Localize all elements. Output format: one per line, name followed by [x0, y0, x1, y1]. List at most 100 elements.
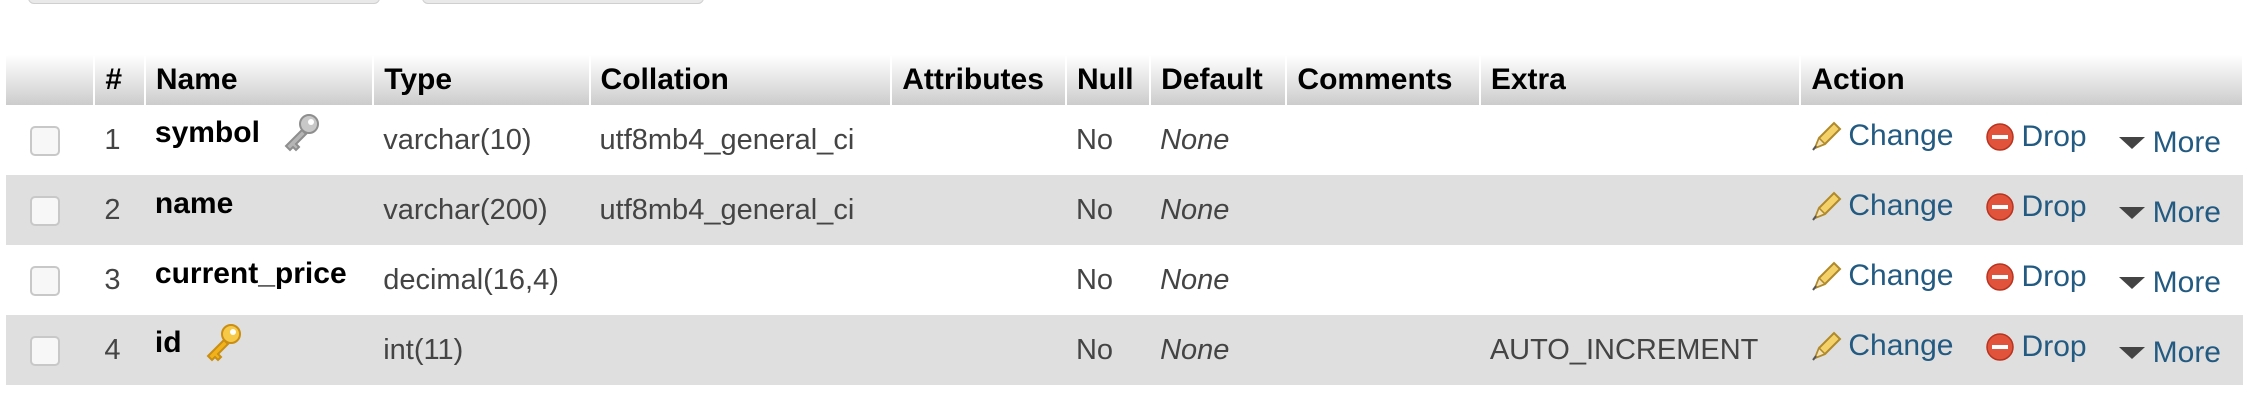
table-row: 4 id int(11) No None AUTO_INCREMENT Chan… — [6, 315, 2243, 385]
change-link[interactable]: Change — [1810, 119, 1953, 153]
drop-label: Drop — [2021, 120, 2087, 153]
field-name: symbol — [154, 115, 260, 149]
drop-icon — [1985, 123, 2014, 151]
field-null: No — [1065, 175, 1151, 245]
change-label: Change — [1848, 189, 1954, 222]
pencil-icon — [1812, 121, 1842, 151]
header-default: Default — [1150, 55, 1288, 105]
row-checkbox[interactable] — [30, 335, 60, 366]
drop-label: Drop — [2021, 190, 2087, 223]
header-null: Null — [1065, 55, 1152, 105]
field-comments — [1286, 315, 1480, 385]
change-label: Change — [1848, 329, 1954, 362]
header-collation: Collation — [589, 55, 893, 105]
field-collation — [589, 245, 892, 315]
top-tab-right[interactable] — [422, 0, 704, 4]
row-checkbox-cell — [6, 315, 95, 385]
table-row: 2 name varchar(200) utf8mb4_general_ci N… — [6, 175, 2243, 245]
drop-label: Drop — [2021, 260, 2087, 293]
row-num: 2 — [94, 175, 145, 245]
triangle-down-icon — [2118, 347, 2145, 359]
row-num: 1 — [94, 105, 145, 175]
field-type: int(11) — [373, 315, 590, 385]
action-cell: Change Drop More — [1800, 175, 2243, 245]
row-checkbox-cell — [6, 105, 95, 175]
field-default: None — [1150, 315, 1287, 385]
change-link[interactable]: Change — [1810, 189, 1953, 223]
row-checkbox[interactable] — [30, 125, 60, 156]
header-checkbox-col — [6, 55, 96, 105]
field-attributes — [891, 105, 1066, 175]
more-label: More — [2152, 336, 2221, 369]
header-action: Action — [1800, 55, 2244, 105]
header-comments: Comments — [1286, 55, 1481, 105]
header-num: # — [94, 55, 146, 105]
field-attributes — [891, 315, 1066, 385]
field-comments — [1286, 245, 1480, 315]
field-default: None — [1150, 245, 1287, 315]
pencil-icon — [1812, 331, 1842, 361]
field-comments — [1286, 175, 1480, 245]
field-name-cell: id — [144, 315, 374, 385]
change-link[interactable]: Change — [1810, 329, 1953, 363]
field-name: name — [154, 187, 234, 220]
more-dropdown[interactable]: More — [2117, 126, 2221, 160]
row-checkbox-cell — [6, 245, 95, 315]
field-name: id — [154, 325, 182, 359]
field-collation: utf8mb4_general_ci — [589, 175, 892, 245]
action-cell: Change Drop More — [1800, 105, 2243, 175]
drop-link[interactable]: Drop — [1984, 260, 2087, 294]
header-name: Name — [144, 55, 375, 105]
field-default: None — [1150, 105, 1287, 175]
primary-key-icon — [202, 322, 244, 370]
field-extra — [1479, 245, 1801, 315]
more-dropdown[interactable]: More — [2117, 196, 2221, 230]
row-checkbox[interactable] — [30, 195, 60, 226]
table-structure: # Name Type Collation Attributes Null De… — [6, 55, 2244, 385]
more-dropdown[interactable]: More — [2117, 336, 2221, 370]
drop-link[interactable]: Drop — [1984, 330, 2087, 364]
pencil-icon — [1812, 191, 1842, 221]
triangle-down-icon — [2118, 277, 2145, 289]
field-collation — [589, 315, 892, 385]
row-num: 4 — [94, 315, 145, 385]
drop-label: Drop — [2021, 330, 2087, 363]
table-row: 1 symbol varchar(10) utf8mb4_general_ci … — [6, 105, 2243, 175]
drop-icon — [1985, 333, 2014, 361]
triangle-down-icon — [2118, 137, 2145, 149]
field-null: No — [1065, 105, 1151, 175]
row-checkbox[interactable] — [30, 265, 60, 296]
more-label: More — [2152, 196, 2221, 229]
more-label: More — [2152, 266, 2221, 299]
change-link[interactable]: Change — [1810, 259, 1953, 293]
table-row: 3 current_price decimal(16,4) No None Ch… — [6, 245, 2243, 315]
field-extra — [1479, 175, 1801, 245]
change-label: Change — [1848, 119, 1954, 152]
header-attributes: Attributes — [891, 55, 1067, 105]
triangle-down-icon — [2118, 207, 2145, 219]
field-extra — [1479, 105, 1801, 175]
field-type: varchar(200) — [373, 175, 590, 245]
field-name-cell: current_price — [144, 245, 374, 315]
field-null: No — [1065, 315, 1151, 385]
row-num: 3 — [94, 245, 145, 315]
top-tab-strip — [0, 0, 2262, 4]
top-tab-left[interactable] — [28, 0, 380, 4]
field-default: None — [1150, 175, 1287, 245]
field-extra: AUTO_INCREMENT — [1479, 315, 1801, 385]
header-row: # Name Type Collation Attributes Null De… — [6, 55, 2244, 105]
field-comments — [1286, 105, 1480, 175]
field-name-cell: name — [144, 175, 374, 245]
action-cell: Change Drop More — [1800, 315, 2243, 385]
row-checkbox-cell — [6, 175, 95, 245]
more-dropdown[interactable]: More — [2117, 266, 2221, 300]
drop-icon — [1985, 193, 2014, 221]
more-label: More — [2152, 126, 2221, 159]
drop-link[interactable]: Drop — [1984, 120, 2087, 154]
field-attributes — [891, 245, 1066, 315]
drop-link[interactable]: Drop — [1984, 190, 2087, 224]
field-attributes — [891, 175, 1066, 245]
pencil-icon — [1812, 261, 1842, 291]
field-name-cell: symbol — [144, 105, 374, 175]
header-extra: Extra — [1479, 55, 1802, 105]
